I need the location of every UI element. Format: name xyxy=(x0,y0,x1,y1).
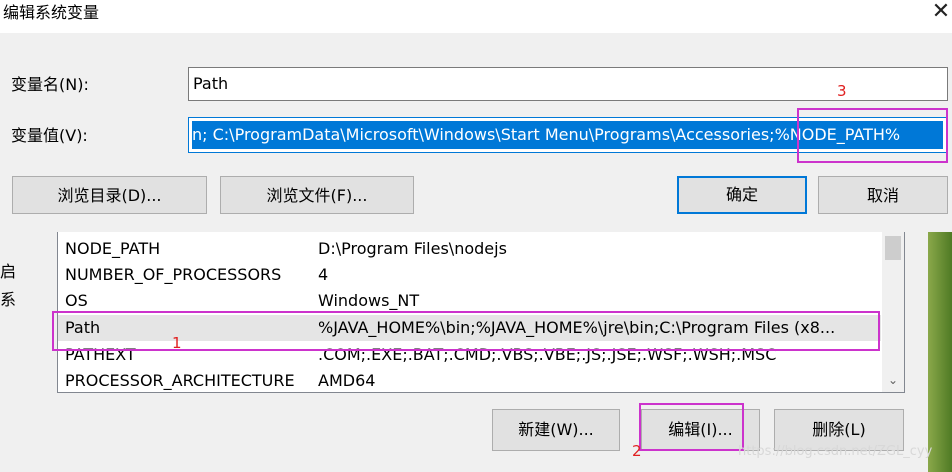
left-label: 启动 xyxy=(0,262,17,281)
desktop-wallpaper-strip xyxy=(928,232,952,472)
browse-directory-button[interactable]: 浏览目录(D)... xyxy=(12,176,207,214)
edit-variable-dialog: 编辑系统变量 ✕ 变量名(N): Path 变量值(V): n; C:\Prog… xyxy=(0,0,952,232)
cancel-button[interactable]: 取消 xyxy=(818,176,948,214)
variable-name: NODE_PATH xyxy=(65,239,161,258)
variable-value-label: 变量值(V): xyxy=(11,126,88,145)
variable-name: Path xyxy=(65,318,101,337)
scrollbar-thumb[interactable] xyxy=(885,236,901,260)
variable-value: 4 xyxy=(318,265,329,284)
vertical-scrollbar[interactable]: ⌄ xyxy=(882,232,904,392)
watermark: https://blog.csdn.net/ZGL_cyy xyxy=(738,444,933,459)
variable-value: AMD64 xyxy=(318,371,376,390)
list-item[interactable]: PROCESSOR_ARCHITECTURE AMD64 xyxy=(58,368,881,392)
chevron-down-icon[interactable]: ⌄ xyxy=(882,370,904,390)
variable-value: %JAVA_HOME%\bin;%JAVA_HOME%\jre\bin;C:\P… xyxy=(318,318,836,337)
system-variables-list[interactable]: NODE_PATH D:\Program Files\nodejs NUMBER… xyxy=(57,232,905,393)
variable-name: PROCESSOR_ARCHITECTURE xyxy=(65,371,295,390)
variable-name: NUMBER_OF_PROCESSORS xyxy=(65,265,282,284)
annotation-step-1: 1 xyxy=(172,334,182,352)
variable-name-label: 变量名(N): xyxy=(11,75,89,94)
variable-value-input[interactable]: n; C:\ProgramData\Microsoft\Windows\Star… xyxy=(188,117,948,153)
ok-button[interactable]: 确定 xyxy=(677,176,807,214)
list-item[interactable]: OS Windows_NT xyxy=(58,288,881,314)
annotation-step-3: 3 xyxy=(837,82,847,100)
parent-dialog-left-labels: 启动 系统 xyxy=(0,258,22,314)
new-button[interactable]: 新建(W)... xyxy=(492,409,620,451)
variable-value: D:\Program Files\nodejs xyxy=(318,239,507,258)
list-item[interactable]: NUMBER_OF_PROCESSORS 4 xyxy=(58,262,881,288)
close-icon[interactable]: ✕ xyxy=(930,0,952,24)
variable-value-selected-text: n; C:\ProgramData\Microsoft\Windows\Star… xyxy=(192,121,943,149)
browse-file-button[interactable]: 浏览文件(F)... xyxy=(220,176,414,214)
annotation-step-2: 2 xyxy=(632,442,642,460)
dialog-body: 变量名(N): Path 变量值(V): n; C:\ProgramData\M… xyxy=(0,33,952,232)
left-label: 系统 xyxy=(0,290,17,309)
variable-value: Windows_NT xyxy=(318,291,420,310)
list-item[interactable]: NODE_PATH D:\Program Files\nodejs xyxy=(58,236,881,262)
variable-name: OS xyxy=(65,291,88,310)
variable-name: PATHEXT xyxy=(65,345,136,364)
dialog-title: 编辑系统变量 xyxy=(3,3,100,22)
variable-name-input[interactable]: Path xyxy=(188,67,948,101)
variable-value: .COM;.EXE;.BAT;.CMD;.VBS;.VBE;.JS;.JSE;.… xyxy=(318,345,777,364)
